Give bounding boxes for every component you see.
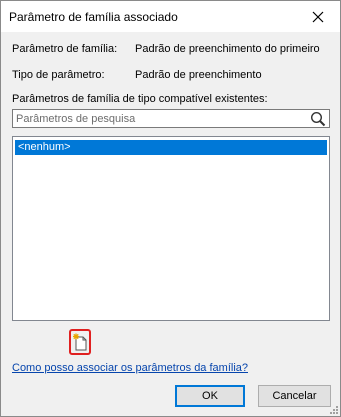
search-button[interactable]: [308, 110, 328, 127]
search-box: [12, 109, 330, 128]
param-type-value: Padrão de preenchimento: [135, 69, 262, 81]
cancel-button[interactable]: Cancelar: [258, 385, 331, 407]
parameters-list[interactable]: <nenhum>: [12, 136, 330, 321]
list-item[interactable]: <nenhum>: [15, 140, 327, 155]
close-button[interactable]: [296, 1, 340, 32]
resize-grip-icon[interactable]: [328, 404, 338, 414]
new-parameter-icon: [73, 333, 87, 351]
help-link[interactable]: Como posso associar os parâmetros da fam…: [12, 362, 248, 374]
close-icon: [312, 11, 324, 22]
window-title: Parâmetro de família associado: [9, 10, 178, 24]
family-param-label: Parâmetro de família:: [12, 43, 118, 55]
ok-button[interactable]: OK: [175, 385, 245, 407]
dialog-window: Parâmetro de família associado Parâmetro…: [0, 0, 341, 417]
family-param-value: Padrão de preenchimento do primeiro: [135, 43, 320, 55]
title-bar: Parâmetro de família associado: [1, 1, 340, 32]
new-parameter-button[interactable]: [69, 329, 91, 355]
search-input[interactable]: [13, 110, 305, 127]
param-type-label: Tipo de parâmetro:: [12, 69, 105, 81]
search-icon: [310, 111, 326, 126]
existing-params-label: Parâmetros de família de tipo compatível…: [12, 93, 268, 105]
